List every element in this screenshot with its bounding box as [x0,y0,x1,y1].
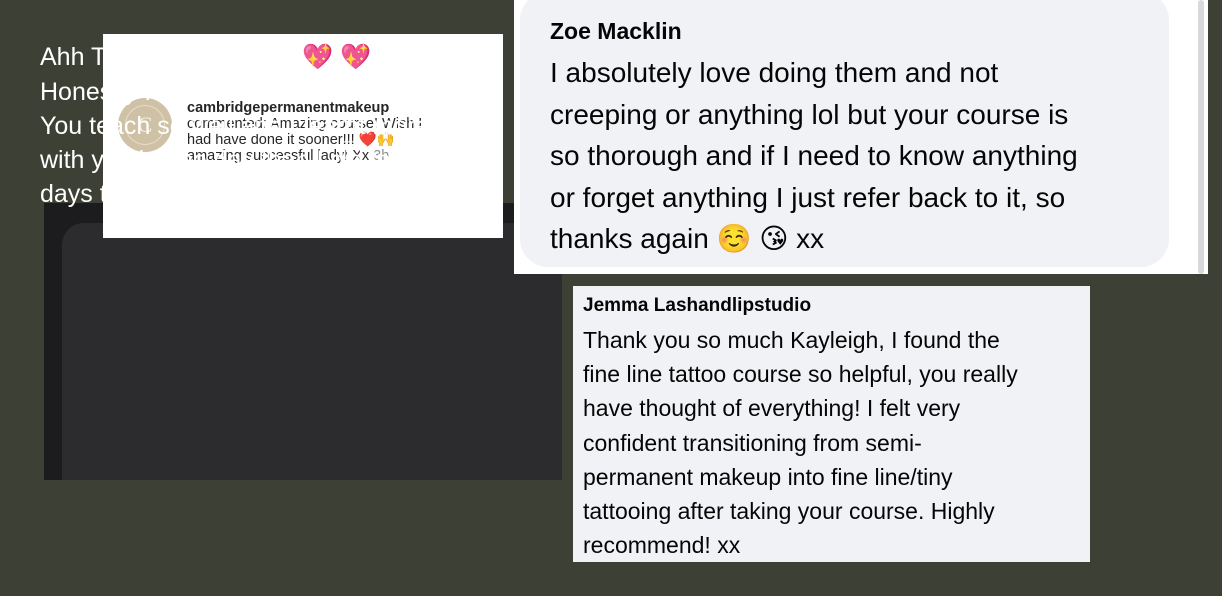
comment-line: confident transitioning from semi- [583,429,922,456]
comment-line: tattooing after taking your course. High… [583,498,995,525]
message-bubble [62,223,562,480]
comment-line: creeping or anything lol but your course… [550,98,1069,130]
message-line: with you in one day than I did in 2 [40,146,412,174]
message-line: days to get original qualification!!😅 [40,180,429,208]
comment-bubble: Zoe Macklin I absolutely love doing them… [520,0,1169,267]
comment-line: recommend! xx [583,532,741,559]
comment-body: I absolutely love doing them and not cre… [550,52,1078,260]
dark-message-text: Ahh Thankyou so much💖 💖 Honestly I learn… [40,39,430,211]
comment-line: thanks again ☺️ 😘 xx [550,223,825,254]
comment-line: Thank you so much Kayleigh, I found the [583,327,1000,353]
message-line: Ahh Thankyou so much💖 💖 [40,43,372,71]
message-line: Honestly I learnt so much!! [40,78,336,106]
commenter-name[interactable]: Jemma Lashandlipstudio [583,295,811,317]
comment-line: permanent makeup into fine line/tiny [583,463,953,490]
comment-line: or forget anything I just refer back to … [550,181,1066,213]
scrollbar[interactable] [1198,0,1204,274]
comment-line: fine line tattoo course so helpful, you … [583,361,1018,388]
commenter-name[interactable]: Zoe Macklin [550,18,682,45]
comment-line: so thorough and if I need to know anythi… [550,140,1078,171]
jemma-comment-card: Jemma Lashandlipstudio Thank you so much… [573,286,1090,562]
comment-line: I absolutely love doing them and not [550,57,999,88]
dark-message-panel [44,203,562,480]
comment-line: have thought of everything! I felt very [583,395,961,422]
comment-body: Thank you so much Kayleigh, I found the … [583,323,1018,562]
zoe-comment-panel: Zoe Macklin I absolutely love doing them… [514,0,1208,274]
message-line: You teach so well and I learnt more [40,112,430,140]
